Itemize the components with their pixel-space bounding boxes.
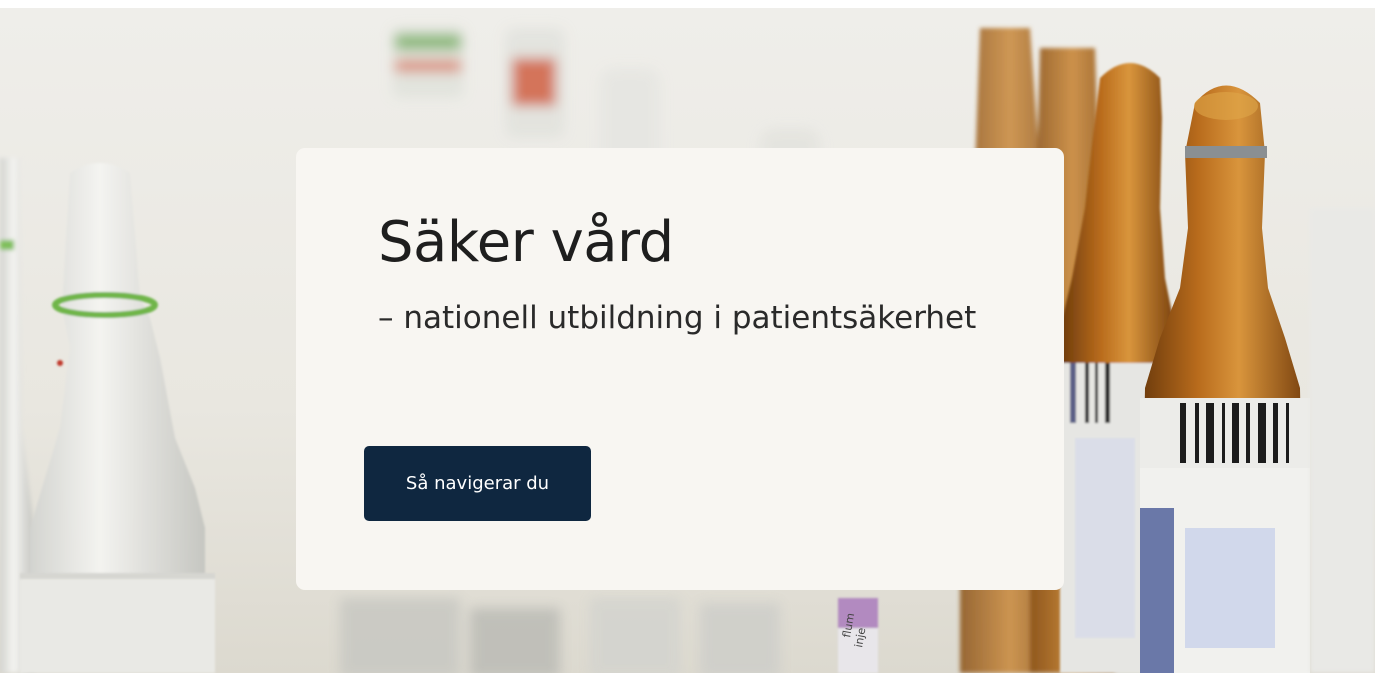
page-title: Säker vård bbox=[378, 210, 674, 275]
hero-section: flum inje Säker vård – nationell utbildn… bbox=[0, 0, 1375, 673]
top-strip bbox=[0, 0, 1375, 8]
navigation-help-button[interactable]: Så navigerar du bbox=[364, 446, 591, 521]
page-subtitle: – nationell utbildning i patientsäkerhet bbox=[378, 300, 977, 336]
intro-card: Säker vård – nationell utbildning i pati… bbox=[296, 148, 1064, 590]
